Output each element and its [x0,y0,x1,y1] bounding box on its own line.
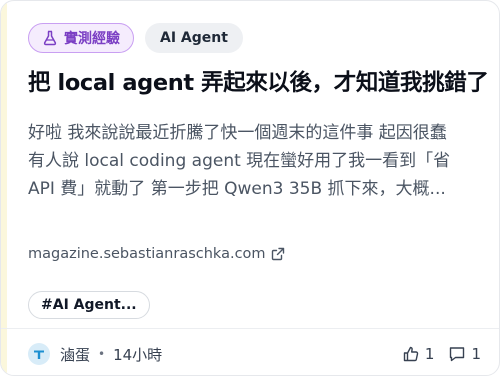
tag-row: 實測經驗 AI Agent [28,23,243,53]
comment-count: 1 [471,345,481,363]
footer-divider [1,328,499,329]
like-button[interactable]: 1 [402,345,435,363]
excerpt-line: API 費」就動了 第一步把 Qwen3 35B 抓下來，大概... [28,179,446,199]
thumbs-up-icon [403,346,419,362]
category-tag-label: 實測經驗 [64,31,120,47]
t-avatar-icon[interactable] [28,343,50,365]
category-tag[interactable]: 實測經驗 [28,23,134,53]
excerpt-line: 有人說 local coding agent 現在蠻好用了我一看到「省 [28,151,451,171]
hashtag-chip[interactable]: #AI Agent... [28,291,150,319]
topic-tag[interactable]: AI Agent [145,23,243,53]
source-link-text: magazine.sebastianraschka.com [28,246,266,262]
post-card[interactable]: 實測經驗 AI Agent 把 local agent 弄起來以後，才知道我挑錯… [0,0,500,376]
external-link-icon [271,247,284,261]
post-excerpt[interactable]: 好啦 我來說說最近折騰了快一個週末的這件事 起因很蠢 有人說 local cod… [28,119,477,203]
flask-icon [43,30,57,46]
post-footer: 滷蛋 • 14小時 1 1 [28,341,481,367]
topic-tag-label: AI Agent [160,30,228,46]
like-count: 1 [424,345,435,363]
source-link[interactable]: magazine.sebastianraschka.com [28,246,285,262]
excerpt-line: 好啦 我來說說最近折騰了快一個週末的這件事 起因很蠢 [28,123,447,143]
post-title[interactable]: 把 local agent 弄起來以後，才知道我挑錯了 [28,65,489,97]
comment-button[interactable]: 1 [448,345,481,363]
author-name[interactable]: 滷蛋 [60,344,90,365]
post-time: 14小時 [113,345,163,364]
comment-icon [450,347,465,362]
meta-separator: • [98,347,106,361]
card-accent-strip [1,1,7,375]
